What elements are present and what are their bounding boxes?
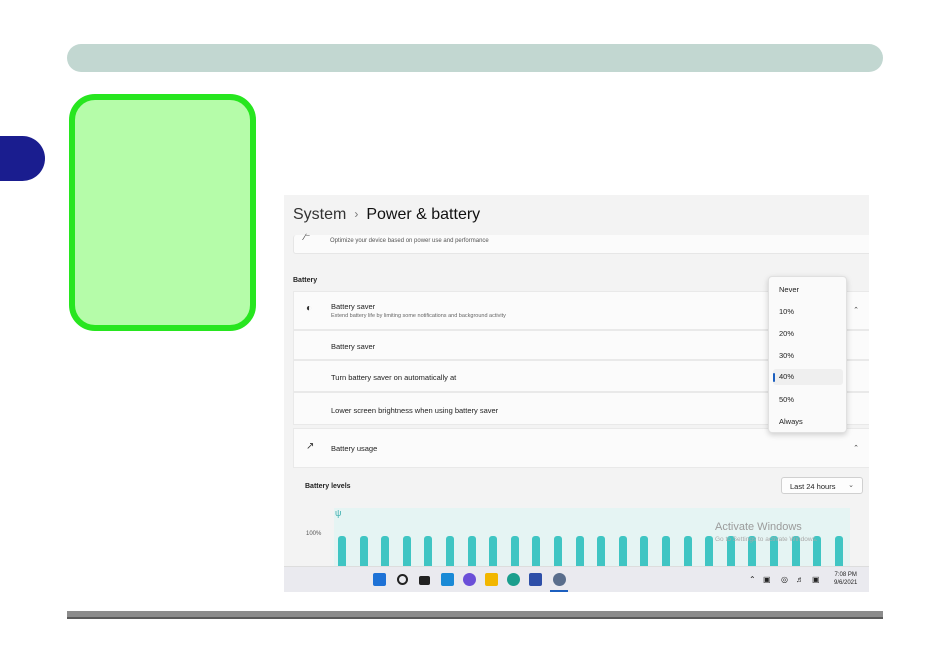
breadcrumb-system[interactable]: System — [293, 206, 346, 223]
battery-level-bar — [381, 536, 390, 566]
plug-icon: ψ — [335, 508, 342, 518]
footer-rule — [67, 611, 883, 619]
dropdown-option[interactable]: Always — [779, 417, 803, 426]
note-callout-box — [69, 94, 256, 331]
power-mode-icon: ∕⁻ — [304, 232, 311, 242]
chart-line-icon: ↗ — [306, 441, 315, 452]
chevron-up-icon[interactable]: ⌃ — [853, 444, 859, 452]
windows-start-icon[interactable] — [373, 573, 386, 586]
battery-level-bar — [834, 536, 843, 566]
battery-level-bar — [424, 536, 433, 566]
battery-level-bar — [575, 536, 584, 566]
settings-icon[interactable] — [553, 573, 566, 586]
battery-icon[interactable]: ▣ — [812, 575, 820, 584]
chevron-up-icon[interactable]: ⌃ — [853, 306, 859, 314]
battery-level-bar — [446, 536, 454, 566]
battery-level-bar — [618, 536, 627, 566]
battery-saver-subtitle: Extend battery life by limiting some not… — [331, 313, 506, 319]
search-icon[interactable] — [397, 574, 408, 585]
battery-level-bar — [359, 536, 368, 566]
battery-level-bar — [640, 536, 649, 566]
lower-brightness-label: Lower screen brightness when using batte… — [331, 406, 499, 415]
battery-levels-label: Battery levels — [305, 483, 351, 490]
chart-y-label: 100% — [306, 531, 322, 537]
battery-section-label: Battery — [293, 277, 318, 284]
network-icon[interactable]: ▣ — [763, 575, 771, 584]
dropdown-option[interactable]: 20% — [779, 329, 794, 338]
chevron-up-icon[interactable]: ⌃ — [749, 575, 756, 584]
battery-level-bar — [510, 536, 519, 566]
manual-page: System › Power & battery ∕⁻ Optimize your … — [0, 0, 950, 669]
battery-saver-threshold-dropdown[interactable]: Never 10% 20% 30% 40% 50% Always — [768, 276, 847, 433]
chapter-tab — [0, 136, 45, 181]
activate-windows-subtitle: Go to Settings to activate Windows. — [715, 536, 818, 543]
taskbar: ⌃ ▣ ◎ ♬ ▣ 7:08 PM 9/6/2021 — [284, 566, 869, 592]
dropdown-option[interactable]: 50% — [779, 395, 794, 404]
battery-level-bar — [705, 536, 714, 566]
task-view-icon[interactable] — [419, 576, 430, 585]
time-range-value: Last 24 hours — [790, 482, 836, 491]
dropdown-option[interactable]: Never — [779, 285, 799, 294]
dropdown-option-selected[interactable]: 40% — [773, 369, 843, 385]
volume-icon[interactable]: ♬ — [796, 575, 804, 584]
breadcrumb: System › Power & battery — [293, 206, 480, 224]
page-title: Power & battery — [366, 206, 481, 223]
battery-level-bar — [662, 536, 670, 566]
time-range-select[interactable]: Last 24 hours ⌄ — [781, 477, 863, 494]
edge-icon[interactable] — [507, 573, 520, 586]
battery-level-bar — [683, 536, 692, 566]
battery-level-bar — [532, 536, 541, 566]
battery-level-bar — [402, 536, 411, 566]
clock-time: 7:08 PM — [834, 572, 857, 578]
chevron-down-icon: ⌄ — [848, 482, 854, 489]
battery-saver-icon: ◐ — [306, 303, 313, 314]
active-app-indicator — [550, 590, 568, 592]
battery-level-bar — [597, 536, 606, 566]
battery-level-bar — [467, 536, 476, 566]
header-bar — [67, 44, 883, 72]
dropdown-option[interactable]: 10% — [779, 307, 794, 316]
power-mode-card[interactable]: ∕⁻ Optimize your device based on power u… — [293, 232, 869, 254]
breadcrumb-separator: › — [354, 207, 359, 221]
chat-icon[interactable] — [463, 573, 476, 586]
auto-battery-saver-label: Turn battery saver on automatically at — [331, 373, 457, 382]
power-mode-subtitle: Optimize your device based on power use … — [330, 238, 489, 244]
battery-level-bar — [338, 536, 346, 566]
battery-saver-title: Battery saver — [331, 302, 376, 311]
dropdown-option[interactable]: 30% — [779, 351, 794, 360]
clock-date: 9/6/2021 — [834, 580, 858, 586]
globe-icon[interactable]: ◎ — [781, 575, 788, 584]
battery-usage-title: Battery usage — [331, 444, 378, 453]
clock[interactable]: 7:08 PM 9/6/2021 — [834, 571, 857, 587]
settings-screenshot: System › Power & battery ∕⁻ Optimize your … — [284, 195, 869, 592]
widgets-icon[interactable] — [441, 573, 454, 586]
store-icon[interactable] — [529, 573, 542, 586]
battery-saver-row-label: Battery saver — [331, 342, 376, 351]
battery-level-bar — [554, 536, 562, 566]
file-explorer-icon[interactable] — [485, 573, 498, 586]
battery-usage-header[interactable]: ↗ Battery usage ⌃ — [293, 428, 869, 468]
activate-windows-title: Activate Windows — [715, 521, 802, 533]
battery-level-bar — [489, 536, 498, 566]
